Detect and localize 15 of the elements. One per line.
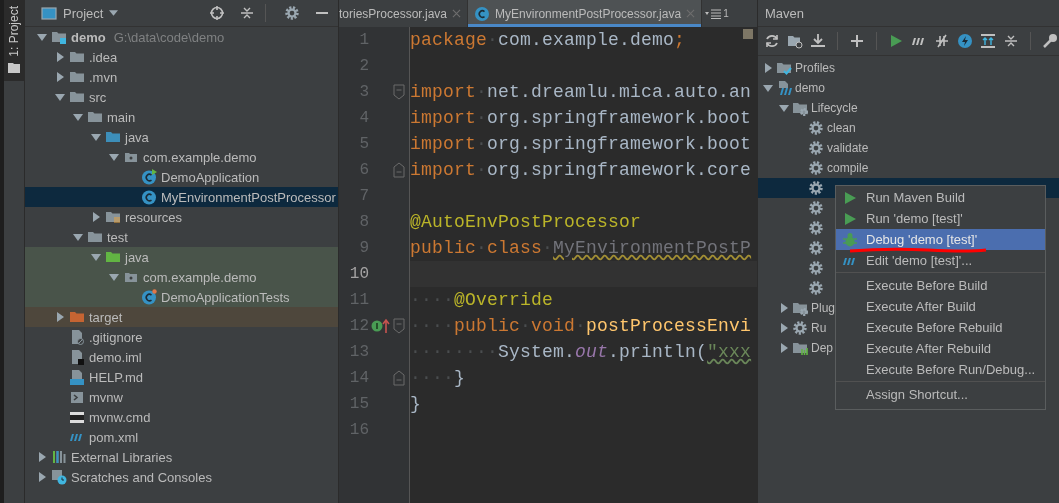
- code-line: ····public·void·postProcessEnvi: [410, 316, 752, 336]
- code-line: public·class·MyEnvironmentPostP: [410, 238, 752, 258]
- code-line: ····}: [410, 368, 466, 388]
- code-line: ····@Override: [410, 290, 554, 310]
- line-number: 10: [348, 265, 369, 283]
- code-line: @AutoEnvPostProcessor: [410, 212, 642, 232]
- project-path: G:\data\code\demo: [113, 29, 225, 45]
- code-line: ········System.out.println("xxx: [410, 342, 752, 362]
- code-line: }: [410, 394, 421, 414]
- panel-title: Maven: [765, 5, 805, 21]
- code-line: import·org.springframework.boot: [410, 134, 752, 154]
- code-line: import·org.springframework.boot: [410, 108, 752, 128]
- code-line: package·com.example.demo;: [410, 30, 686, 50]
- code-line: import·org.springframework.core: [410, 160, 752, 180]
- code-line: import·net.dreamlu.mica.auto.an: [410, 82, 752, 102]
